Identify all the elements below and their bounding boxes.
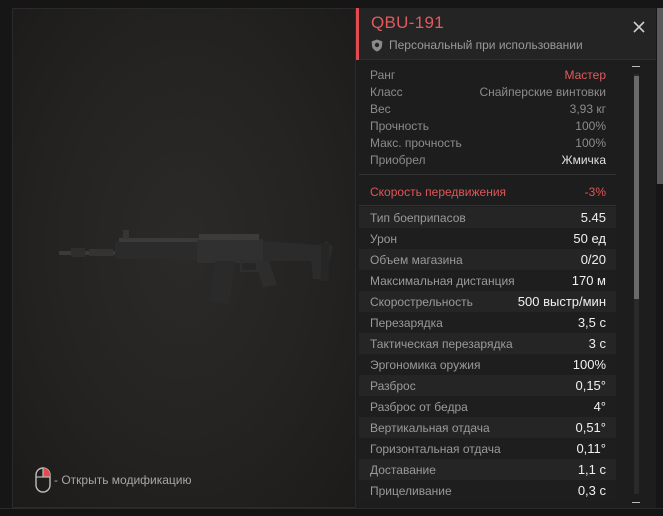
scrollbar-top-cap <box>632 66 640 67</box>
stat-value: 0,3 с <box>577 483 606 498</box>
stat-value: 50 ед <box>573 231 606 246</box>
stat-value: 1,1 с <box>577 462 606 477</box>
stat-row: Эргономика оружия 100% <box>359 354 616 375</box>
stat-label: Вертикальная отдача <box>370 421 490 435</box>
stat-value: 0/20 <box>580 252 606 267</box>
binding-status-text: Персональный при использовании <box>389 38 583 52</box>
item-details-panel: QBU-191 Персональный при использовании Р… <box>356 8 656 508</box>
stat-row: Урон 50 ед <box>359 228 616 249</box>
stat-label: Тип боеприпасов <box>370 211 466 225</box>
movement-speed-label: Скорость передвижения <box>370 185 507 199</box>
info-row: Приобрел Жмичка <box>359 151 616 168</box>
item-info-list: Ранг Мастер Класс Снайперские винтовки Вес 3,… <box>359 66 616 168</box>
stat-row: Скорострельность 500 выстр/мин <box>359 291 616 312</box>
stat-label: Максимальная дистанция <box>370 274 515 288</box>
info-label: Прочность <box>370 119 430 133</box>
stat-label: Доставание <box>370 463 436 477</box>
stat-value: 0,11° <box>576 441 606 456</box>
stat-label: Перезарядка <box>370 316 443 330</box>
stat-label: Горизонтальная отдача <box>370 442 501 456</box>
modification-hint: - Открыть модификацию <box>35 467 192 493</box>
mouse-right-click-icon <box>35 467 51 493</box>
scrollbar-thumb[interactable] <box>634 76 639 299</box>
inventory-window: - Открыть модификацию QBU-191 Персональн… <box>0 0 663 516</box>
info-row: Ранг Мастер <box>359 66 616 83</box>
info-row: Макс. прочность 100% <box>359 134 616 151</box>
item-title: QBU-191 <box>371 13 444 32</box>
divider <box>359 174 616 175</box>
info-value: Снайперские винтовки <box>479 85 606 99</box>
info-label: Класс <box>370 85 403 99</box>
stat-row: Прицеливание 0,3 с <box>359 480 616 501</box>
weapon-image <box>59 230 333 305</box>
stat-row: Тактическая перезарядка 3 с <box>359 333 616 354</box>
info-row: Класс Снайперские винтовки <box>359 83 616 100</box>
stats-scrollbar[interactable] <box>630 66 642 506</box>
stat-value: 3 с <box>588 336 606 351</box>
stat-label: Тактическая перезарядка <box>370 337 513 351</box>
info-row: Прочность 100% <box>359 117 616 134</box>
stat-row: Вертикальная отдача 0,51° <box>359 417 616 438</box>
shield-icon <box>371 39 383 51</box>
stat-row: Максимальная дистанция 170 м <box>359 270 616 291</box>
stat-value: 0,15° <box>575 378 606 393</box>
stat-value: 100% <box>572 357 606 372</box>
info-label: Приобрел <box>370 153 426 167</box>
scrollbar-bottom-cap <box>632 502 640 503</box>
stat-label: Объем магазина <box>370 253 463 267</box>
stat-label: Скорострельность <box>370 295 473 309</box>
info-value: Жмичка <box>561 153 606 167</box>
movement-speed-value: -3% <box>584 185 606 199</box>
info-value: 3,93 кг <box>569 102 606 116</box>
info-row: Вес 3,93 кг <box>359 100 616 117</box>
stat-row: Объем магазина 0/20 <box>359 249 616 270</box>
info-value: 100% <box>575 119 606 133</box>
stat-value: 4° <box>593 399 606 414</box>
stat-row: Горизонтальная отдача 0,11° <box>359 438 616 459</box>
stat-value: 3,5 с <box>577 315 606 330</box>
stat-label: Эргономика оружия <box>370 358 481 372</box>
info-value: 100% <box>575 136 606 150</box>
info-label: Вес <box>370 102 391 116</box>
stat-row: Разброс 0,15° <box>359 375 616 396</box>
weapon-preview-panel: - Открыть модификацию <box>12 8 356 508</box>
stat-value: 170 м <box>571 273 606 288</box>
stat-row: Тип боеприпасов 5.45 <box>359 207 616 228</box>
stat-value: 5.45 <box>580 210 606 225</box>
divider <box>359 205 616 206</box>
info-label: Ранг <box>370 68 396 82</box>
info-label: Макс. прочность <box>370 136 462 150</box>
stat-row: Перезарядка 3,5 с <box>359 312 616 333</box>
info-value: Мастер <box>564 68 606 82</box>
stat-value: 500 выстр/мин <box>517 294 606 309</box>
stat-row: Доставание 1,1 с <box>359 459 616 480</box>
movement-speed-row: Скорость передвижения -3% <box>359 182 616 204</box>
stat-label: Прицеливание <box>370 484 452 498</box>
stat-label: Разброс от бедра <box>370 400 468 414</box>
stat-label: Урон <box>370 232 398 246</box>
binding-status: Персональный при использовании <box>371 38 583 52</box>
item-header: QBU-191 Персональный при использовании <box>359 8 656 60</box>
stat-value: 0,51° <box>575 420 606 435</box>
bottom-edge <box>0 508 663 516</box>
window-scrollbar-thumb[interactable] <box>657 8 663 184</box>
stat-row: Разброс от бедра 4° <box>359 396 616 417</box>
modification-hint-text: - Открыть модификацию <box>54 473 192 487</box>
weapon-stats-list: Тип боеприпасов 5.45 Урон 50 ед Объем магази… <box>359 207 616 501</box>
stat-label: Разброс <box>370 379 416 393</box>
close-icon[interactable] <box>630 18 648 36</box>
